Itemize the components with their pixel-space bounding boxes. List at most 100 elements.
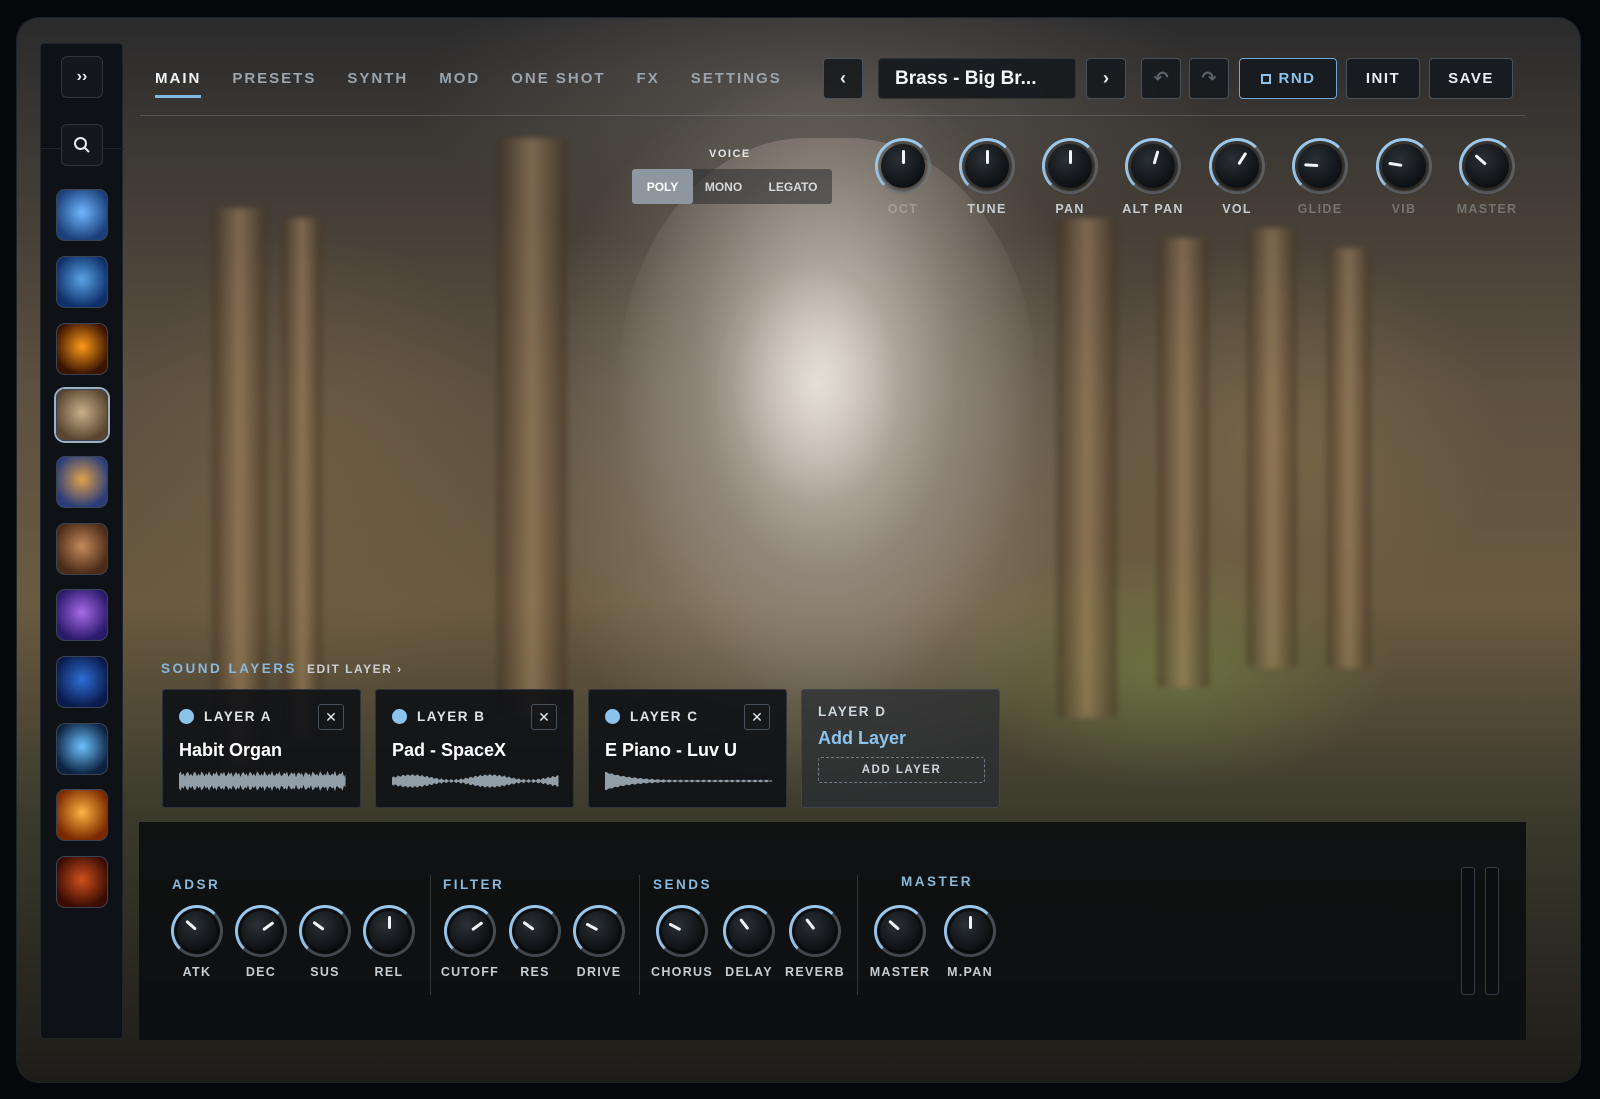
redo-button[interactable]: ↷ [1189,58,1229,99]
filter-res-knob[interactable] [509,905,561,957]
master-control: MASTER [1449,138,1525,216]
knob-cap [515,911,555,951]
knob-cap [1215,144,1259,188]
master-master-knob[interactable] [874,905,926,957]
init-button[interactable]: INIT [1346,58,1420,99]
layer-preset-name[interactable]: Habit Organ [179,740,282,761]
tab-presets[interactable]: PRESETS [232,62,316,98]
adsr-rel-knob[interactable] [363,905,415,957]
section-divider [639,875,640,995]
edit-layer-link[interactable]: EDIT LAYER › [307,662,403,676]
tab-one-shot[interactable]: ONE SHOT [511,62,605,98]
oct-knob[interactable] [875,138,931,194]
sends-delay-knob[interactable] [723,905,775,957]
adsr-sus-knob[interactable] [299,905,351,957]
section-title-sends: SENDS [653,877,713,892]
master-m-pan-knob[interactable] [944,905,996,957]
sidebar-thumbnail-10[interactable] [56,789,108,841]
add-layer-text[interactable]: Add Layer [818,728,906,749]
sends-reverb-control: REVERB [777,905,853,979]
tune-label: TUNE [967,202,1007,216]
master-master-label: MASTER [869,965,931,979]
double-chevron-right-icon[interactable]: ›› [61,56,103,98]
filter-drive-knob[interactable] [573,905,625,957]
background-column [282,218,322,738]
layer-card-a[interactable]: LAYER A ✕ Habit Organ [162,689,361,808]
undo-icon: ↶ [1153,68,1169,88]
sidebar-thumbnail-11[interactable] [56,856,108,908]
sidebar-thumbnail-1[interactable] [56,189,108,241]
sidebar-thumbnail-2[interactable] [56,256,108,308]
layer-card-d[interactable]: LAYER D Add Layer ADD LAYER [801,689,1000,808]
sends-delay-control: DELAY [711,905,787,979]
layer-name: LAYER A [204,709,273,724]
knob-cap [1048,144,1092,188]
knob-indicator [522,921,535,931]
knob-indicator [668,922,682,932]
sends-reverb-knob[interactable] [789,905,841,957]
vib-knob[interactable] [1376,138,1432,194]
layer-preset-name[interactable]: Pad - SpaceX [392,740,506,761]
tab-main[interactable]: MAIN [155,62,202,98]
tab-fx[interactable]: FX [637,62,660,98]
knob-cap [579,911,619,951]
add-layer-button[interactable]: ADD LAYER [818,757,985,783]
random-button[interactable]: RND [1239,58,1337,99]
glide-label: GLIDE [1297,202,1343,216]
knob-indicator [312,921,325,931]
level-meter-left [1461,867,1475,995]
voice-mode-poly[interactable]: POLY [632,169,693,204]
vol-knob[interactable] [1209,138,1265,194]
adsr-dec-knob[interactable] [235,905,287,957]
layer-enable-toggle[interactable] [179,709,194,724]
preset-name[interactable]: Brass - Big Br... [878,58,1076,99]
layer-card-c[interactable]: LAYER C ✕ E Piano - Luv U [588,689,787,808]
undo-button[interactable]: ↶ [1141,58,1181,99]
search-icon[interactable] [61,124,103,166]
next-preset-button[interactable]: › [1086,58,1126,99]
layer-enable-toggle[interactable] [392,709,407,724]
tab-synth[interactable]: SYNTH [347,62,408,98]
pan-label: PAN [1055,202,1085,216]
sidebar-thumbnail-4[interactable] [56,389,108,441]
sidebar-thumbnail-5[interactable] [56,456,108,508]
sidebar-thumbnail-3[interactable] [56,323,108,375]
top-divider [140,115,1525,116]
waveform-display [605,771,772,791]
adsr-rel-control: REL [351,905,427,979]
section-title-adsr: ADSR [172,877,221,892]
alt-pan-knob[interactable] [1125,138,1181,194]
tune-knob[interactable] [959,138,1015,194]
knob-indicator [1069,150,1072,164]
layer-preset-name[interactable]: E Piano - Luv U [605,740,737,761]
tab-settings[interactable]: SETTINGS [691,62,782,98]
tab-mod[interactable]: MOD [439,62,480,98]
sidebar-thumbnail-6[interactable] [56,523,108,575]
master-master-control: MASTER [862,905,938,979]
sends-chorus-knob[interactable] [656,905,708,957]
master-label: MASTER [1456,202,1518,216]
save-button[interactable]: SAVE [1429,58,1513,99]
sidebar-thumbnail-8[interactable] [56,656,108,708]
voice-mode-selector: POLY MONO LEGATO [632,169,832,204]
layer-name: LAYER C [630,709,699,724]
close-icon[interactable]: ✕ [318,704,344,730]
knob-indicator [1388,162,1403,167]
sidebar-thumbnail-7[interactable] [56,589,108,641]
close-icon[interactable]: ✕ [744,704,770,730]
layer-card-b[interactable]: LAYER B ✕ Pad - SpaceX [375,689,574,808]
voice-mode-legato[interactable]: LEGATO [754,169,832,204]
close-icon[interactable]: ✕ [531,704,557,730]
adsr-atk-knob[interactable] [171,905,223,957]
voice-mode-mono[interactable]: MONO [693,169,754,204]
prev-preset-button[interactable]: ‹ [823,58,863,99]
glide-knob[interactable] [1292,138,1348,194]
pan-knob[interactable] [1042,138,1098,194]
section-divider [430,875,431,995]
sidebar-thumbnail-9[interactable] [56,723,108,775]
master-knob[interactable] [1459,138,1515,194]
layer-enable-toggle[interactable] [605,709,620,724]
glide-control: GLIDE [1282,138,1358,216]
filter-cutoff-knob[interactable] [444,905,496,957]
level-meter-right [1485,867,1499,995]
